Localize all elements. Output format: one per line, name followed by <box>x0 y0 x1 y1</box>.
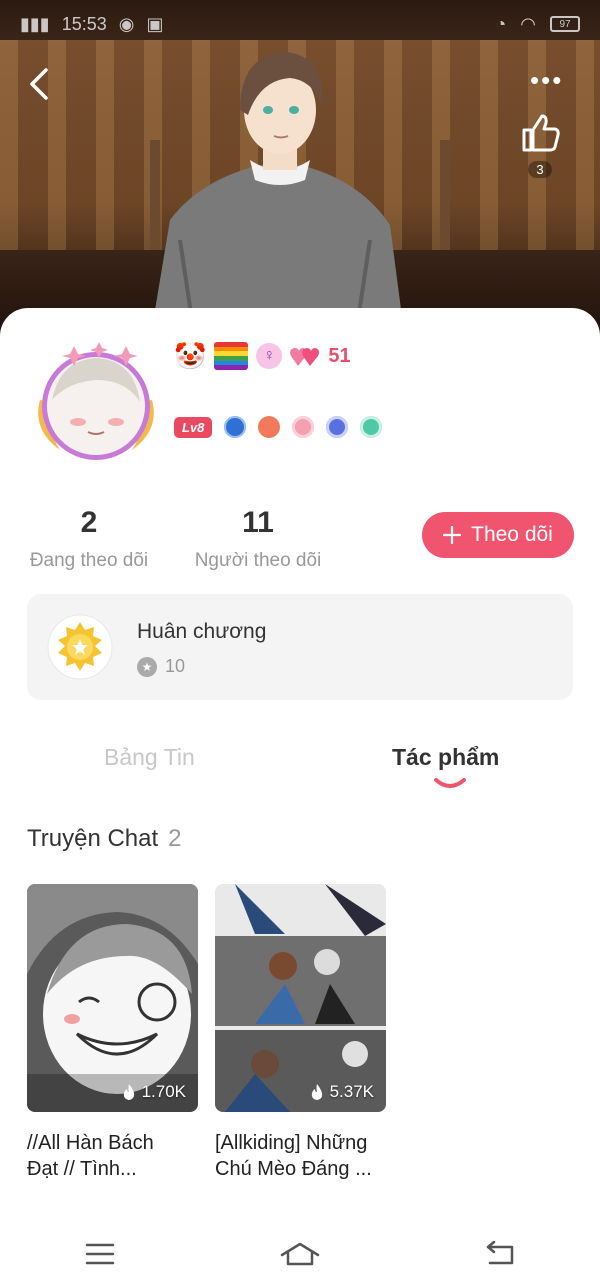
blue-badge-icon[interactable] <box>326 416 349 438</box>
following-label: Đang theo dõi <box>29 550 149 571</box>
follow-button-label: Theo dõi <box>471 523 553 546</box>
following-stat[interactable]: 2 Đang theo dõi <box>26 506 152 572</box>
profile-badges: 🤡 ♀ 51 <box>174 340 351 372</box>
story-thumbnail: 5.37K <box>215 884 386 1112</box>
followers-stat[interactable]: 11 Người theo dõi <box>190 506 326 572</box>
messenger-icon: ◉ <box>118 13 135 34</box>
plus-icon <box>443 526 462 544</box>
story-card[interactable]: 1.70K //All Hàn Bách Đạt // Tình... <box>27 884 198 1182</box>
flame-icon <box>311 1084 322 1100</box>
female-gender-icon: ♀ <box>256 343 283 369</box>
status-time: 15:53 <box>61 13 107 34</box>
story-card[interactable]: 5.37K [Allkiding] Những Chú Mèo Đáng ... <box>215 884 386 1182</box>
story-thumbnail: 1.70K <box>27 884 198 1112</box>
medal-section[interactable]: Huân chương ★ 10 <box>27 594 573 700</box>
medal-points: ★ 10 <box>137 656 185 677</box>
hearts-icon <box>290 348 320 366</box>
profile-banner: ▮▮▮ 15:53 ◉ ▣ ◔ ◠ 97 ••• 3 <box>0 0 600 340</box>
pride-flag-icon <box>214 342 249 370</box>
system-navigation-bar <box>0 1220 600 1287</box>
green-badge-icon[interactable] <box>360 416 383 438</box>
tab-works[interactable]: Tác phẩm <box>392 744 499 771</box>
thumbs-up-icon <box>522 114 560 152</box>
story-title: [Allkiding] Những Chú Mèo Đáng ... <box>215 1130 386 1182</box>
section-title-text: Truyện Chat <box>27 825 159 852</box>
avatar[interactable] <box>30 340 162 464</box>
story-views-count: 5.37K <box>329 1082 374 1101</box>
clown-emoji-icon: 🤡 <box>174 341 207 371</box>
back-button[interactable] <box>22 66 58 102</box>
like-count: 3 <box>528 161 552 178</box>
active-tab-indicator <box>434 778 466 788</box>
story-title: //All Hàn Bách Đạt // Tình... <box>27 1130 198 1182</box>
home-button[interactable] <box>280 1234 320 1274</box>
more-dots-icon: ••• <box>530 65 564 95</box>
status-bar: ▮▮▮ 15:53 ◉ ▣ ◔ ◠ 97 <box>0 10 600 38</box>
followers-count: 11 <box>242 506 274 539</box>
alarm-icon: ◔ <box>495 13 507 34</box>
medal-title: Huân chương <box>137 620 267 643</box>
following-count: 2 <box>80 506 98 539</box>
medal-icon <box>47 614 113 680</box>
follow-button[interactable]: Theo dõi <box>422 512 574 558</box>
home-icon <box>280 1242 320 1265</box>
signal-icon: ▮▮▮ <box>20 13 50 34</box>
heart-count: 51 <box>328 344 351 367</box>
wifi-icon: ◠ <box>520 13 536 34</box>
story-views: 1.70K <box>122 1082 186 1102</box>
water-badge-icon[interactable] <box>224 416 247 438</box>
followers-label: Người theo dõi <box>194 550 322 571</box>
tab-feed[interactable]: Bảng Tin <box>104 744 195 771</box>
chevron-left-icon <box>30 68 48 100</box>
star-icon: ★ <box>137 656 157 677</box>
menu-icon <box>85 1243 115 1264</box>
story-title-line: [Allkiding] Những <box>215 1132 368 1154</box>
return-button[interactable] <box>480 1234 520 1274</box>
story-views: 5.37K <box>310 1082 374 1102</box>
wings-badge-icon[interactable] <box>258 416 281 438</box>
return-icon <box>486 1240 514 1264</box>
facebook-icon: ▣ <box>146 13 164 34</box>
flame-icon <box>123 1084 134 1100</box>
story-cover-image <box>215 884 386 1112</box>
pink-badge-icon[interactable] <box>292 416 315 438</box>
story-cover-image <box>27 884 198 1112</box>
section-count: 2 <box>168 825 182 852</box>
story-views-count: 1.70K <box>141 1082 186 1101</box>
story-title-line: //All Hàn Bách <box>27 1132 154 1154</box>
level-badges: Lv8 <box>174 414 383 440</box>
section-title: Truyện Chat 2 <box>27 825 182 853</box>
medal-points-value: 10 <box>165 656 186 676</box>
character-illustration <box>150 52 405 340</box>
story-title-line: Đạt // Tình... <box>27 1158 137 1180</box>
menu-button[interactable] <box>80 1234 120 1274</box>
like-button[interactable]: 3 <box>512 110 568 180</box>
building-spire <box>440 140 450 260</box>
level-badge: Lv8 <box>174 416 213 438</box>
battery-indicator: 97 <box>550 16 580 32</box>
more-options-button[interactable]: ••• <box>530 67 576 98</box>
story-title-line: Chú Mèo Đáng ... <box>215 1158 372 1180</box>
